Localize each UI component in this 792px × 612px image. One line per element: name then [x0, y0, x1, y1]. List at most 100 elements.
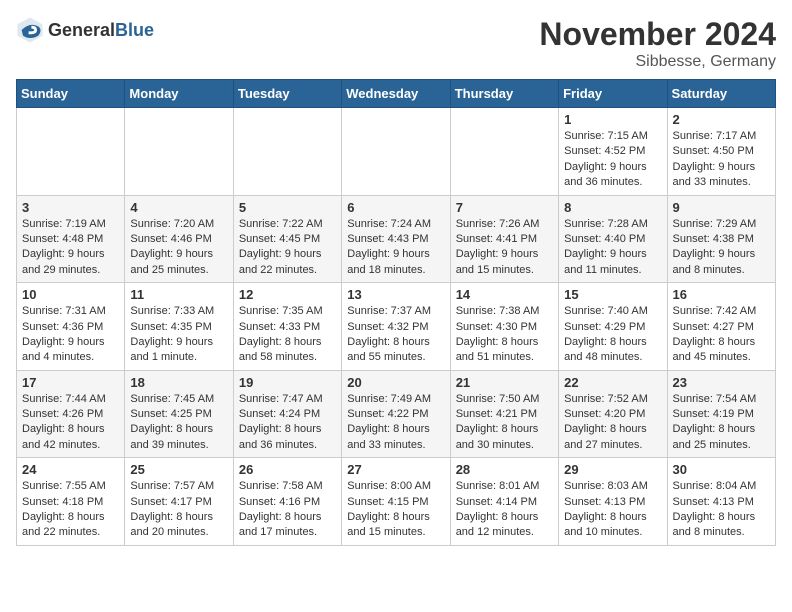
calendar-cell: 15 Sunrise: 7:40 AM Sunset: 4:29 PM Dayli… [559, 283, 667, 371]
calendar-cell [233, 108, 341, 196]
day-info: Sunrise: 7:49 AM Sunset: 4:22 PM Dayligh… [347, 392, 444, 454]
day-info: Sunrise: 7:17 AM Sunset: 4:50 PM Dayligh… [673, 129, 770, 191]
calendar-cell: 20 Sunrise: 7:49 AM Sunset: 4:22 PM Dayli… [342, 370, 450, 458]
day-number: 22 [564, 375, 661, 390]
day-info: Sunrise: 7:57 AM Sunset: 4:17 PM Dayligh… [130, 479, 227, 541]
calendar-cell [17, 108, 125, 196]
calendar-cell: 11 Sunrise: 7:33 AM Sunset: 4:35 PM Dayli… [125, 283, 233, 371]
page-header: GeneralBlue November 2024 Sibbesse, Germ… [16, 16, 776, 71]
calendar-cell: 26 Sunrise: 7:58 AM Sunset: 4:16 PM Dayli… [233, 458, 341, 546]
logo: GeneralBlue [16, 16, 154, 44]
calendar-cell [342, 108, 450, 196]
day-info: Sunrise: 7:40 AM Sunset: 4:29 PM Dayligh… [564, 304, 661, 366]
day-info: Sunrise: 7:29 AM Sunset: 4:38 PM Dayligh… [673, 217, 770, 279]
calendar-cell: 5Sunrise: 7:22 AM Sunset: 4:45 PM Daylig… [233, 195, 341, 283]
day-number: 1 [564, 112, 661, 127]
day-info: Sunrise: 7:54 AM Sunset: 4:19 PM Dayligh… [673, 392, 770, 454]
day-number: 25 [130, 462, 227, 477]
day-number: 20 [347, 375, 444, 390]
month-title: November 2024 [539, 16, 776, 53]
calendar-week-row: 17 Sunrise: 7:44 AM Sunset: 4:26 PM Dayli… [17, 370, 776, 458]
day-number: 29 [564, 462, 661, 477]
calendar-cell: 9Sunrise: 7:29 AM Sunset: 4:38 PM Daylig… [667, 195, 775, 283]
day-number: 10 [22, 287, 119, 302]
logo-text-general: General [48, 20, 115, 40]
calendar-cell: 30 Sunrise: 8:04 AM Sunset: 4:13 PM Dayli… [667, 458, 775, 546]
day-info: Sunrise: 7:26 AM Sunset: 4:41 PM Dayligh… [456, 217, 553, 279]
calendar-cell: 10Sunrise: 7:31 AM Sunset: 4:36 PM Dayli… [17, 283, 125, 371]
day-info: Sunrise: 7:38 AM Sunset: 4:30 PM Dayligh… [456, 304, 553, 366]
day-number: 24 [22, 462, 119, 477]
day-number: 2 [673, 112, 770, 127]
calendar-week-row: 3 Sunrise: 7:19 AM Sunset: 4:48 PM Daylig… [17, 195, 776, 283]
day-number: 16 [673, 287, 770, 302]
day-number: 18 [130, 375, 227, 390]
day-info: Sunrise: 7:37 AM Sunset: 4:32 PM Dayligh… [347, 304, 444, 366]
day-number: 4 [130, 200, 227, 215]
calendar-cell: 19 Sunrise: 7:47 AM Sunset: 4:24 PM Dayli… [233, 370, 341, 458]
day-info: Sunrise: 7:44 AM Sunset: 4:26 PM Dayligh… [22, 392, 119, 454]
calendar-cell: 29 Sunrise: 8:03 AM Sunset: 4:13 PM Dayli… [559, 458, 667, 546]
day-number: 27 [347, 462, 444, 477]
calendar-cell: 21Sunrise: 7:50 AM Sunset: 4:21 PM Dayli… [450, 370, 558, 458]
calendar-cell [125, 108, 233, 196]
day-of-week-header: Thursday [450, 80, 558, 108]
day-info: Sunrise: 8:04 AM Sunset: 4:13 PM Dayligh… [673, 479, 770, 541]
day-number: 30 [673, 462, 770, 477]
calendar-header-row: SundayMondayTuesdayWednesdayThursdayFrid… [17, 80, 776, 108]
calendar-cell: 1 Sunrise: 7:15 AM Sunset: 4:52 PM Daylig… [559, 108, 667, 196]
day-info: Sunrise: 7:20 AM Sunset: 4:46 PM Dayligh… [130, 217, 227, 279]
day-info: Sunrise: 7:47 AM Sunset: 4:24 PM Dayligh… [239, 392, 336, 454]
calendar-cell: 7 Sunrise: 7:26 AM Sunset: 4:41 PM Daylig… [450, 195, 558, 283]
day-info: Sunrise: 7:19 AM Sunset: 4:48 PM Dayligh… [22, 217, 119, 279]
day-number: 26 [239, 462, 336, 477]
day-number: 7 [456, 200, 553, 215]
logo-text-blue: Blue [115, 20, 154, 40]
day-number: 15 [564, 287, 661, 302]
calendar-cell: 8Sunrise: 7:28 AM Sunset: 4:40 PM Daylig… [559, 195, 667, 283]
day-number: 5 [239, 200, 336, 215]
calendar-cell: 13 Sunrise: 7:37 AM Sunset: 4:32 PM Dayli… [342, 283, 450, 371]
calendar-cell: 12 Sunrise: 7:35 AM Sunset: 4:33 PM Dayli… [233, 283, 341, 371]
day-number: 13 [347, 287, 444, 302]
calendar-cell: 4 Sunrise: 7:20 AM Sunset: 4:46 PM Daylig… [125, 195, 233, 283]
calendar-cell [450, 108, 558, 196]
calendar-cell: 2 Sunrise: 7:17 AM Sunset: 4:50 PM Daylig… [667, 108, 775, 196]
day-number: 14 [456, 287, 553, 302]
day-info: Sunrise: 7:33 AM Sunset: 4:35 PM Dayligh… [130, 304, 227, 366]
day-number: 28 [456, 462, 553, 477]
day-of-week-header: Monday [125, 80, 233, 108]
title-block: November 2024 Sibbesse, Germany [539, 16, 776, 71]
day-number: 12 [239, 287, 336, 302]
day-of-week-header: Wednesday [342, 80, 450, 108]
day-number: 3 [22, 200, 119, 215]
calendar-cell: 27Sunrise: 8:00 AM Sunset: 4:15 PM Dayli… [342, 458, 450, 546]
day-number: 19 [239, 375, 336, 390]
calendar-cell: 6 Sunrise: 7:24 AM Sunset: 4:43 PM Daylig… [342, 195, 450, 283]
calendar-cell: 28Sunrise: 8:01 AM Sunset: 4:14 PM Dayli… [450, 458, 558, 546]
day-info: Sunrise: 7:52 AM Sunset: 4:20 PM Dayligh… [564, 392, 661, 454]
day-info: Sunrise: 8:03 AM Sunset: 4:13 PM Dayligh… [564, 479, 661, 541]
day-number: 11 [130, 287, 227, 302]
day-number: 23 [673, 375, 770, 390]
calendar-cell: 25 Sunrise: 7:57 AM Sunset: 4:17 PM Dayli… [125, 458, 233, 546]
calendar-cell: 18Sunrise: 7:45 AM Sunset: 4:25 PM Dayli… [125, 370, 233, 458]
day-info: Sunrise: 7:24 AM Sunset: 4:43 PM Dayligh… [347, 217, 444, 279]
day-info: Sunrise: 7:35 AM Sunset: 4:33 PM Dayligh… [239, 304, 336, 366]
day-of-week-header: Sunday [17, 80, 125, 108]
calendar-table: SundayMondayTuesdayWednesdayThursdayFrid… [16, 79, 776, 546]
day-info: Sunrise: 7:28 AM Sunset: 4:40 PM Dayligh… [564, 217, 661, 279]
day-info: Sunrise: 7:55 AM Sunset: 4:18 PM Dayligh… [22, 479, 119, 541]
day-of-week-header: Tuesday [233, 80, 341, 108]
calendar-cell: 23 Sunrise: 7:54 AM Sunset: 4:19 PM Dayli… [667, 370, 775, 458]
day-number: 6 [347, 200, 444, 215]
day-number: 17 [22, 375, 119, 390]
day-info: Sunrise: 7:50 AM Sunset: 4:21 PM Dayligh… [456, 392, 553, 454]
calendar-cell: 16 Sunrise: 7:42 AM Sunset: 4:27 PM Dayli… [667, 283, 775, 371]
day-of-week-header: Friday [559, 80, 667, 108]
logo-icon [16, 16, 44, 44]
day-info: Sunrise: 7:42 AM Sunset: 4:27 PM Dayligh… [673, 304, 770, 366]
day-info: Sunrise: 7:58 AM Sunset: 4:16 PM Dayligh… [239, 479, 336, 541]
day-info: Sunrise: 7:15 AM Sunset: 4:52 PM Dayligh… [564, 129, 661, 191]
calendar-cell: 14 Sunrise: 7:38 AM Sunset: 4:30 PM Dayli… [450, 283, 558, 371]
